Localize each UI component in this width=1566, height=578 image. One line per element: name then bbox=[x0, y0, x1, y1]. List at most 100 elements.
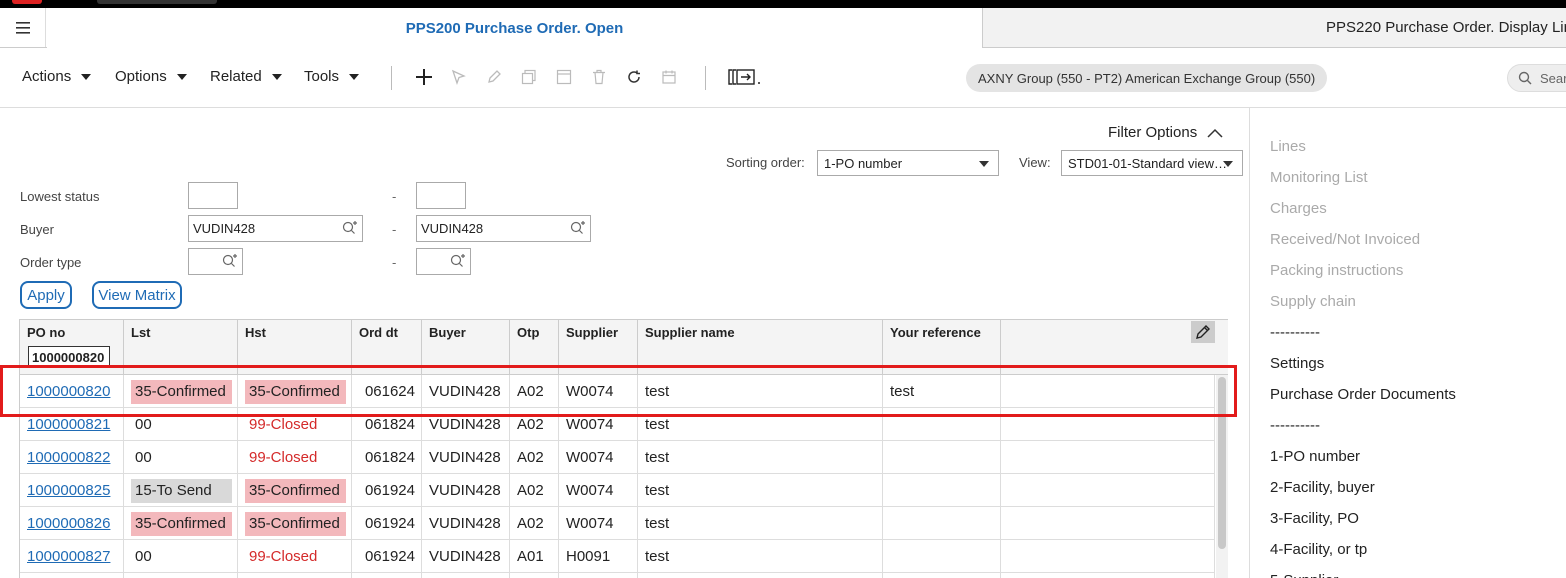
table-row[interactable]: 1000000825 15-To Send 35-Confirmed 061924 VU… bbox=[20, 474, 1215, 507]
column-header-lst[interactable]: Lst bbox=[124, 320, 238, 375]
related-menu[interactable]: Related bbox=[210, 68, 282, 85]
po-number-link[interactable]: 1000000822 bbox=[20, 441, 124, 474]
order-type-cell bbox=[510, 573, 559, 578]
side-panel-item[interactable]: Purchase Order Documents bbox=[1270, 386, 1456, 403]
search-icon[interactable] bbox=[222, 254, 238, 268]
highest-status-cell: 99-Closed bbox=[238, 540, 352, 573]
table-row[interactable] bbox=[20, 573, 1215, 578]
your-reference-cell bbox=[883, 573, 1001, 578]
supplier-name-cell bbox=[638, 573, 883, 578]
search-icon[interactable] bbox=[450, 254, 466, 268]
lowest-status-cell: 15-To Send bbox=[124, 474, 238, 507]
sorting-order-select[interactable]: 1-PO number bbox=[817, 150, 999, 176]
purchase-order-grid: PO no 1000000820 Lst Hst Ord dt Buyer Ot… bbox=[19, 319, 1228, 578]
delete-icon[interactable] bbox=[589, 67, 609, 87]
order-date-cell: 061624 bbox=[352, 375, 422, 408]
view-select[interactable]: STD01-01-Standard view… bbox=[1061, 150, 1243, 176]
grid-scrollbar[interactable] bbox=[1216, 375, 1228, 578]
tab-bar: PPS200 Purchase Order. Open PPS220 Purch… bbox=[0, 8, 1566, 48]
apply-button[interactable]: Apply bbox=[20, 281, 72, 309]
column-header-hst[interactable]: Hst bbox=[238, 320, 352, 375]
side-panel-item: Supply chain bbox=[1270, 293, 1356, 310]
chevron-up-icon bbox=[1207, 128, 1223, 138]
column-header-po-no[interactable]: PO no 1000000820 bbox=[20, 320, 124, 375]
supplier-name-cell: test bbox=[638, 474, 883, 507]
panel-icon[interactable] bbox=[727, 67, 763, 87]
buyer-cell: VUDIN428 bbox=[422, 507, 510, 540]
side-panel-separator: ---------- bbox=[1270, 417, 1320, 434]
side-panel-item: Lines bbox=[1270, 138, 1306, 155]
side-panel-item[interactable]: 5-Supplier bbox=[1270, 572, 1338, 578]
filler-cell bbox=[1001, 474, 1215, 507]
buyer-cell bbox=[422, 573, 510, 578]
order-type-to-input[interactable] bbox=[416, 248, 471, 275]
po-number-link[interactable]: 1000000825 bbox=[20, 474, 124, 507]
lowest-status-from-input[interactable] bbox=[188, 182, 238, 209]
sorting-order-value: 1-PO number bbox=[824, 155, 903, 171]
edit-columns-button[interactable] bbox=[1191, 321, 1215, 343]
column-header-label: Supplier name bbox=[645, 325, 735, 340]
search-box[interactable]: Sear bbox=[1507, 64, 1566, 92]
window-icon[interactable] bbox=[554, 67, 574, 87]
side-panel-item[interactable]: 2-Facility, buyer bbox=[1270, 479, 1375, 496]
status-badge: 35-Confirmed bbox=[245, 379, 346, 404]
side-panel-item[interactable]: 1-PO number bbox=[1270, 448, 1360, 465]
column-header-buyer[interactable]: Buyer bbox=[422, 320, 510, 375]
select-icon[interactable] bbox=[449, 67, 469, 87]
po-number-link[interactable]: 1000000821 bbox=[20, 408, 124, 441]
column-header-supplier[interactable]: Supplier bbox=[559, 320, 638, 375]
filter-options-toggle[interactable]: Filter Options bbox=[1108, 124, 1223, 141]
side-panel-item[interactable]: 3-Facility, PO bbox=[1270, 510, 1359, 527]
order-type-from-input[interactable] bbox=[188, 248, 243, 275]
tab-pps220[interactable]: PPS220 Purchase Order. Display Lines bbox=[982, 8, 1566, 47]
edit-icon[interactable] bbox=[484, 67, 504, 87]
table-row[interactable]: 1000000827 00 99-Closed 061924 VUDIN428 A01 H0… bbox=[20, 540, 1215, 573]
po-no-filter-input[interactable]: 1000000820 bbox=[28, 346, 110, 368]
options-menu[interactable]: Options bbox=[115, 68, 187, 85]
scrollbar-thumb[interactable] bbox=[1218, 377, 1226, 549]
side-panel-item[interactable]: Settings bbox=[1270, 355, 1324, 372]
supplier-cell: W0074 bbox=[559, 474, 638, 507]
tab-pps200[interactable]: PPS200 Purchase Order. Open bbox=[47, 8, 982, 48]
company-context-pill[interactable]: AXNY Group (550 - PT2) American Exchange… bbox=[966, 64, 1328, 92]
buyer-from-input[interactable]: VUDIN428 bbox=[188, 215, 363, 242]
view-matrix-button[interactable]: View Matrix bbox=[92, 281, 182, 309]
table-row[interactable]: 1000000821 00 99-Closed 061824 VUDIN428 A02 W0… bbox=[20, 408, 1215, 441]
po-number-link[interactable] bbox=[20, 573, 124, 578]
highest-status-cell: 99-Closed bbox=[238, 408, 352, 441]
search-icon[interactable] bbox=[342, 221, 358, 235]
your-reference-cell bbox=[883, 441, 1001, 474]
plus-icon[interactable] bbox=[414, 67, 434, 87]
toolbar-divider bbox=[391, 66, 392, 90]
table-row[interactable]: 1000000826 35-Confirmed 35-Confirmed 061924… bbox=[20, 507, 1215, 540]
column-header-supplier-name[interactable]: Supplier name bbox=[638, 320, 883, 375]
related-label: Related bbox=[210, 68, 262, 85]
tab-pps200-label: PPS200 Purchase Order. Open bbox=[405, 19, 624, 37]
status-badge: 35-Confirmed bbox=[131, 379, 232, 404]
column-header-your-reference[interactable]: Your reference bbox=[883, 320, 1001, 375]
chevron-down-icon bbox=[176, 73, 187, 80]
column-header-label: Your reference bbox=[890, 325, 981, 340]
column-header-otp[interactable]: Otp bbox=[510, 320, 559, 375]
buyer-to-input[interactable]: VUDIN428 bbox=[416, 215, 591, 242]
actions-menu[interactable]: Actions bbox=[22, 68, 92, 85]
supplier-name-cell: test bbox=[638, 375, 883, 408]
column-header-ord-dt[interactable]: Ord dt bbox=[352, 320, 422, 375]
column-header-label: Lst bbox=[131, 325, 151, 340]
lowest-status-cell bbox=[124, 573, 238, 578]
search-icon[interactable] bbox=[570, 221, 586, 235]
table-row[interactable]: 1000000820 35-Confirmed 35-Confirmed 061624… bbox=[20, 375, 1215, 408]
calendar-icon[interactable] bbox=[659, 67, 679, 87]
po-number-link[interactable]: 1000000827 bbox=[20, 540, 124, 573]
tools-menu[interactable]: Tools bbox=[304, 68, 360, 85]
refresh-icon[interactable] bbox=[624, 67, 644, 87]
side-panel-item: Received/Not Invoiced bbox=[1270, 231, 1421, 248]
po-number-link[interactable]: 1000000826 bbox=[20, 507, 124, 540]
browser-strip bbox=[0, 0, 1566, 8]
side-panel-item[interactable]: 4-Facility, or tp bbox=[1270, 541, 1367, 558]
table-row[interactable]: 1000000822 00 99-Closed 061824 VUDIN428 A02 W0… bbox=[20, 441, 1215, 474]
po-number-link[interactable]: 1000000820 bbox=[20, 375, 124, 408]
hamburger-menu-icon[interactable] bbox=[0, 8, 46, 47]
copy-icon[interactable] bbox=[519, 67, 539, 87]
lowest-status-to-input[interactable] bbox=[416, 182, 466, 209]
